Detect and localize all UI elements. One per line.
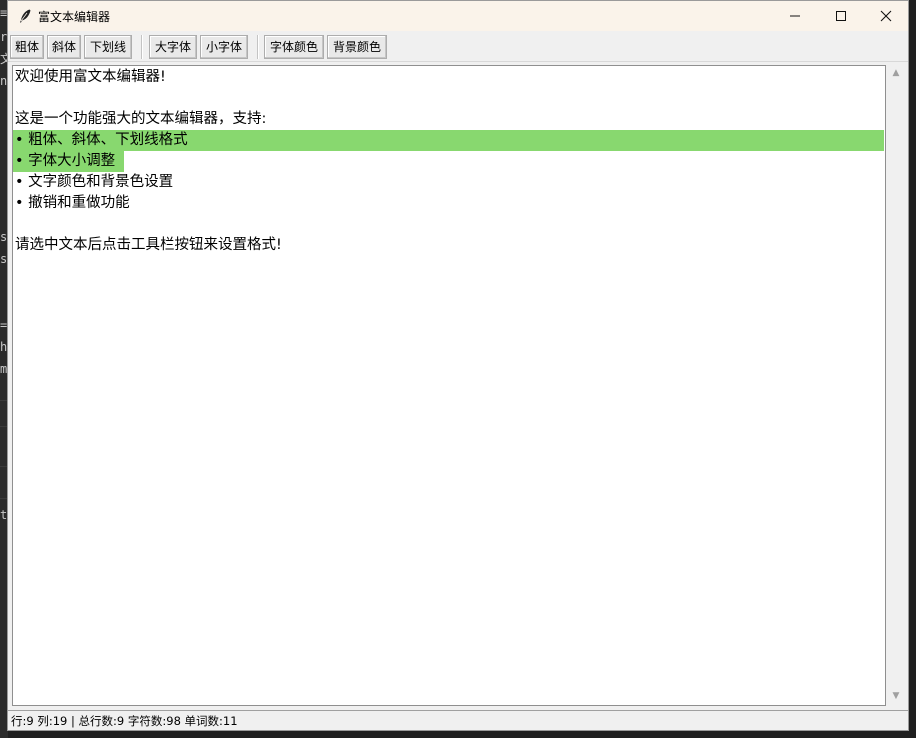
formatting-toolbar: 粗体 斜体 下划线 大字体 小字体 字体颜色 背景颜色 — [8, 31, 908, 62]
text-line: 这是一个功能强大的文本编辑器，支持: — [15, 111, 267, 127]
italic-button[interactable]: 斜体 — [47, 35, 81, 59]
close-button[interactable] — [863, 1, 908, 31]
window-title: 富文本编辑器 — [38, 10, 111, 24]
maximize-icon — [836, 11, 846, 21]
status-text: 行:9 列:19 | 总行数:9 字符数:98 单词数:11 — [11, 714, 238, 728]
text-line: • 字体大小调整 — [15, 153, 116, 169]
smaller-font-button[interactable]: 小字体 — [200, 35, 248, 59]
scroll-up-arrow-icon[interactable]: ▲ — [887, 66, 905, 80]
underline-button[interactable]: 下划线 — [84, 35, 132, 59]
text-line — [13, 214, 15, 235]
feather-icon — [20, 9, 31, 23]
editor-window: 富文本编辑器 粗体 斜体 下划线 大字体 小字体 字体颜色 背景颜色 欢迎使用富… — [7, 0, 909, 731]
close-icon — [880, 10, 892, 22]
toolbar-separator — [141, 35, 143, 59]
text-line: 欢迎使用富文本编辑器! — [15, 69, 166, 85]
font-color-button[interactable]: 字体颜色 — [264, 35, 324, 59]
scroll-down-arrow-icon[interactable]: ▼ — [887, 689, 905, 703]
minimize-button[interactable] — [772, 1, 818, 31]
bigger-font-button[interactable]: 大字体 — [149, 35, 197, 59]
background-color-button[interactable]: 背景颜色 — [327, 35, 387, 59]
maximize-button[interactable] — [818, 1, 864, 31]
minimize-icon — [790, 15, 800, 17]
text-line: • 文字颜色和背景色设置 — [15, 174, 174, 190]
vertical-scrollbar[interactable]: ▲ ▼ — [887, 65, 905, 706]
bold-button[interactable]: 粗体 — [10, 35, 44, 59]
text-line: • 粗体、斜体、下划线格式 — [15, 132, 188, 148]
text-line: 请选中文本后点击工具栏按钮来设置格式! — [15, 237, 282, 253]
text-editor-area[interactable]: 欢迎使用富文本编辑器! 这是一个功能强大的文本编辑器，支持: • 粗体、斜体、下… — [12, 65, 886, 706]
text-line: • 撤销和重做功能 — [15, 195, 130, 211]
status-bar: 行:9 列:19 | 总行数:9 字符数:98 单词数:11 — [8, 710, 908, 730]
toolbar-separator — [257, 35, 259, 59]
title-bar[interactable]: 富文本编辑器 — [8, 1, 908, 31]
text-line — [13, 88, 15, 109]
